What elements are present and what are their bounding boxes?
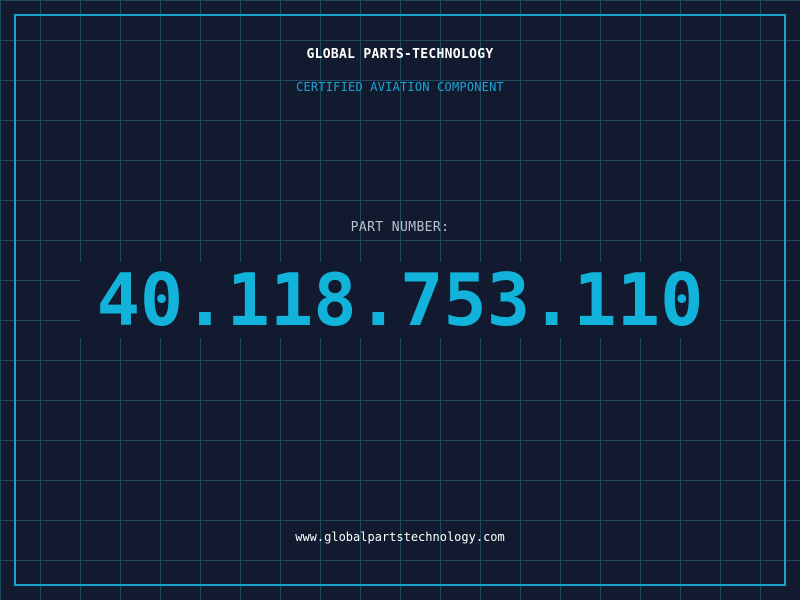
company-name: GLOBAL PARTS-TECHNOLOGY	[306, 47, 494, 62]
certification-tagline: CERTIFIED AVIATION COMPONENT	[296, 80, 504, 94]
part-number-value: 40.118.753.110	[80, 262, 720, 338]
part-number-label: PART NUMBER:	[350, 220, 450, 235]
website-url: www.globalpartstechnology.com	[295, 530, 505, 544]
